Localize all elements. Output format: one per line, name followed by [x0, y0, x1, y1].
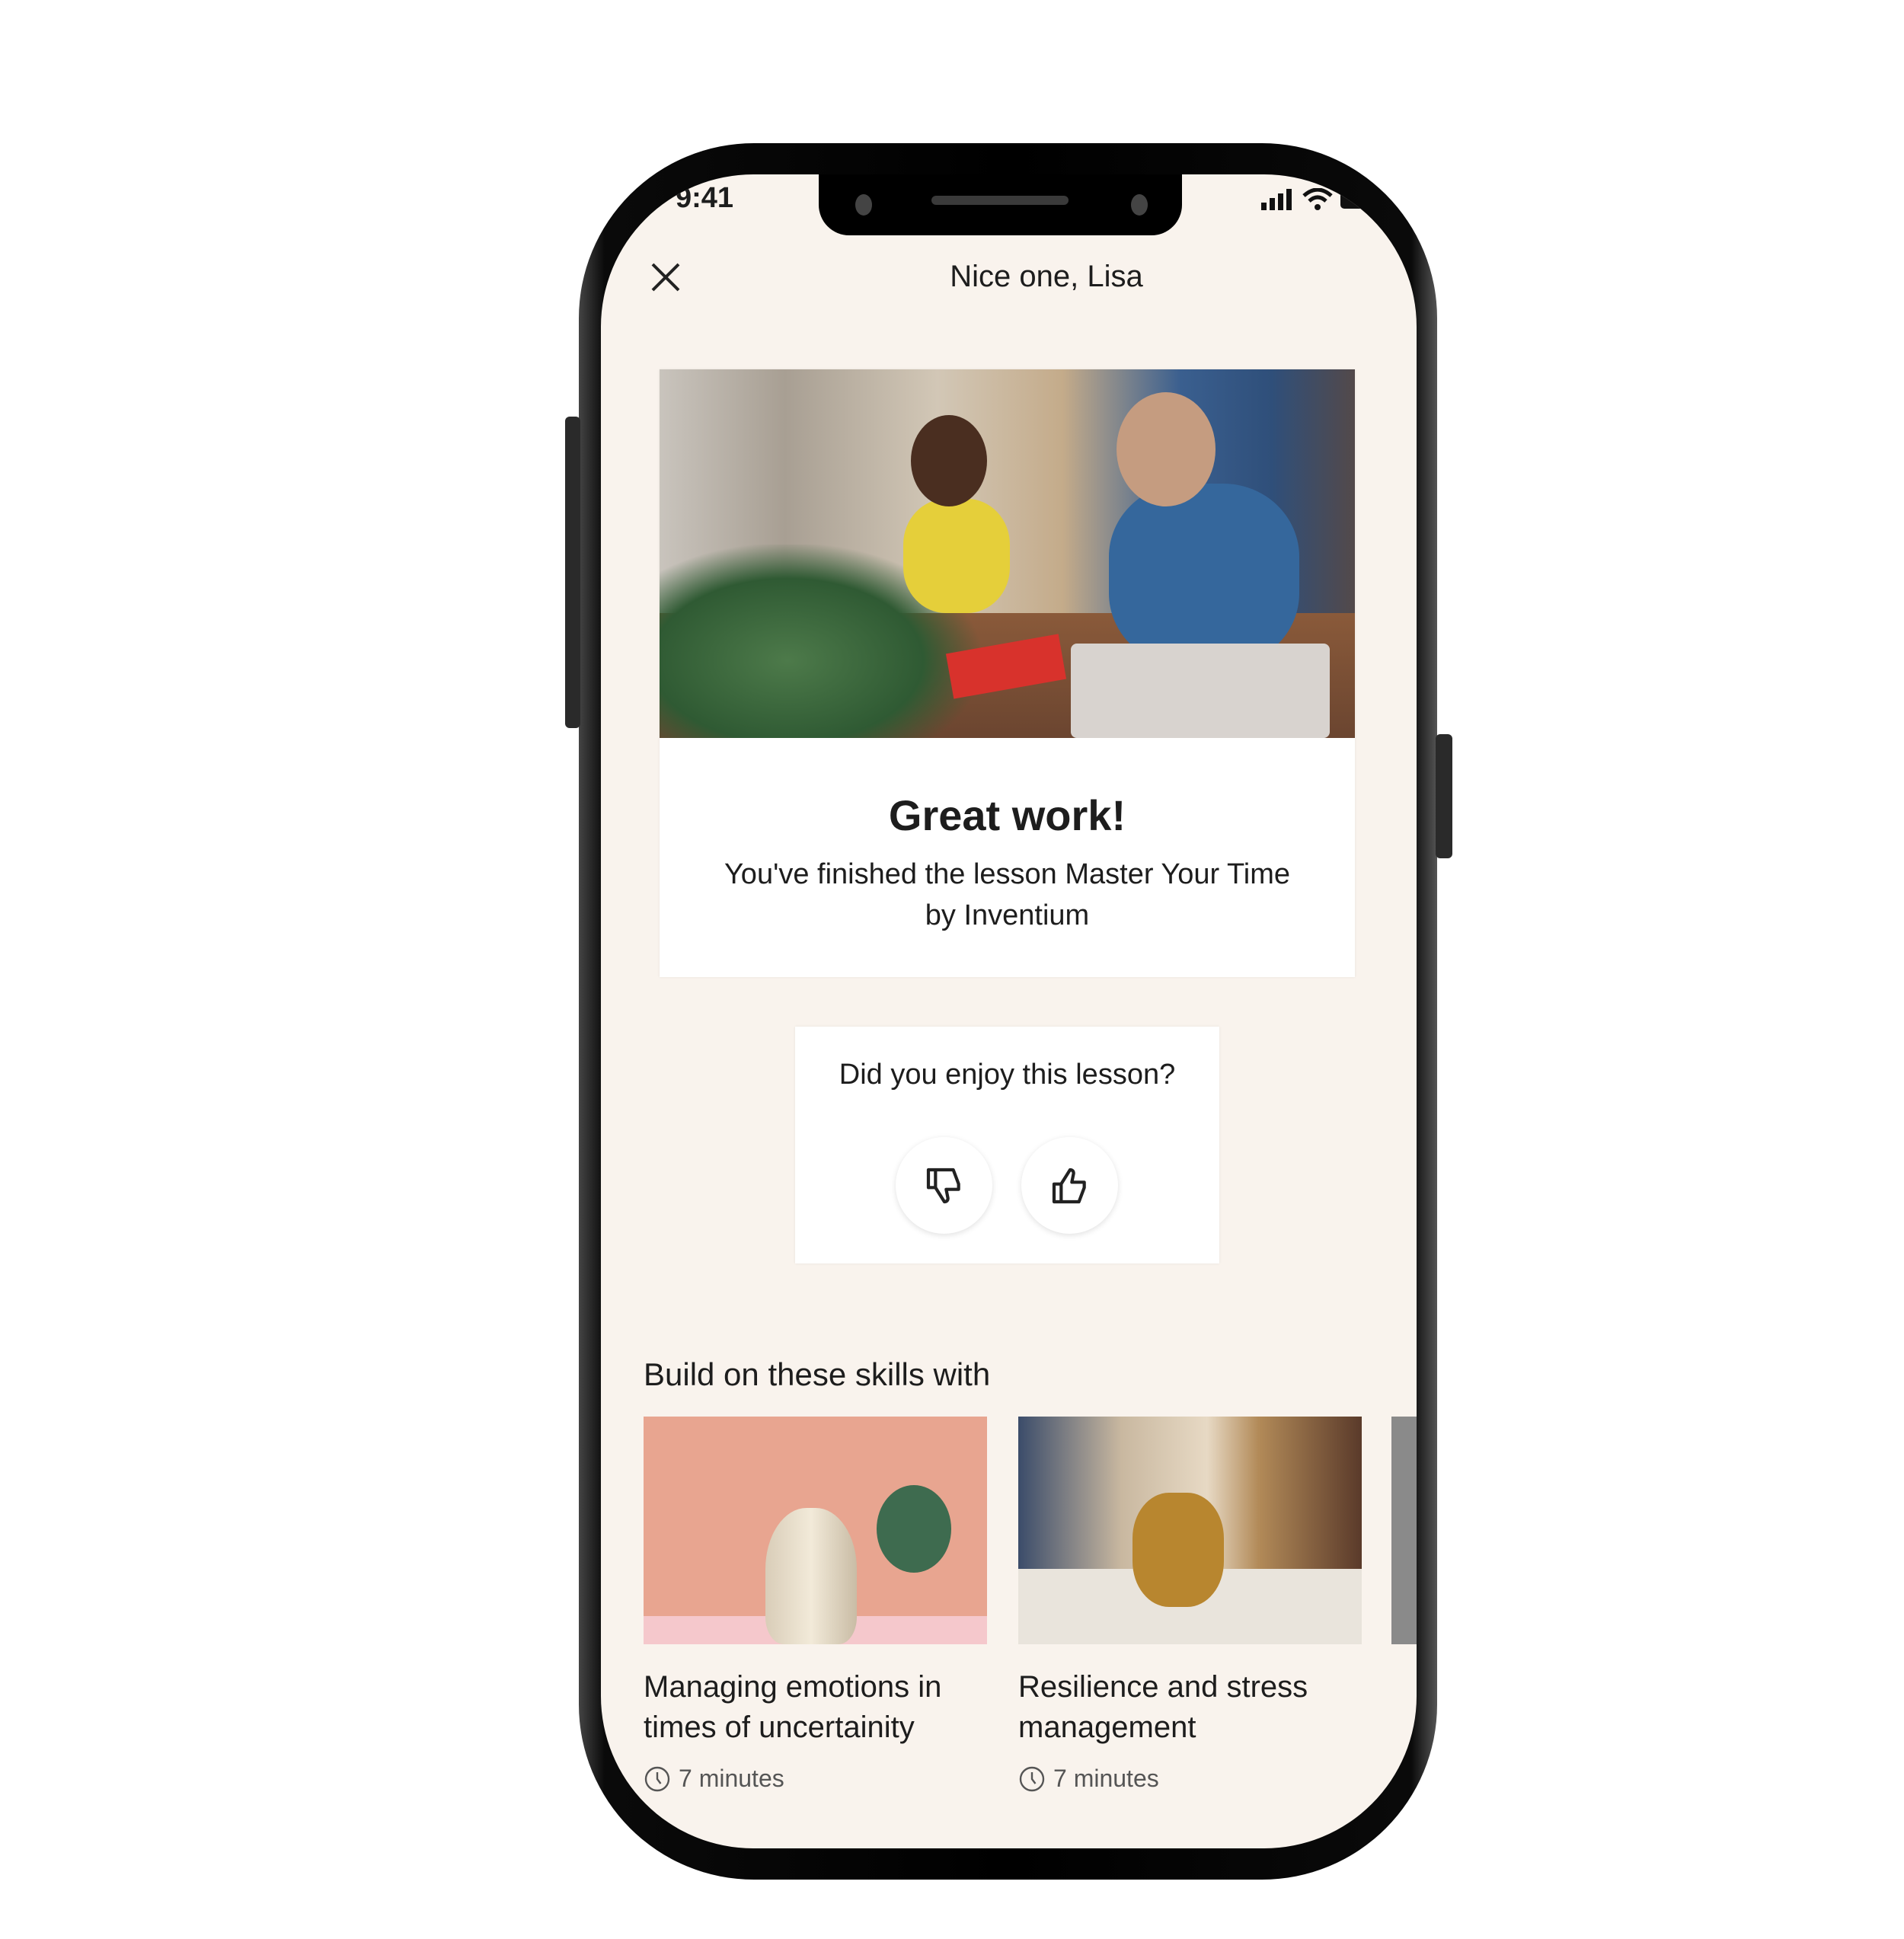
thumbs-up-button[interactable]	[1021, 1137, 1118, 1234]
status-time: 9:41	[676, 182, 734, 214]
volume-button	[565, 417, 580, 728]
app-screen: 9:41 Nice one, Lisa Great work! You've f…	[601, 174, 1417, 1848]
course-title[interactable]: Resilience and stress management	[1018, 1667, 1362, 1748]
signal-icon	[1261, 189, 1292, 210]
notch	[819, 174, 1182, 235]
page-title: Nice one, Lisa	[950, 260, 1143, 293]
power-button	[1436, 734, 1452, 858]
clock-icon	[1019, 1766, 1045, 1791]
course-card-image-partial[interactable]	[1391, 1417, 1417, 1644]
status-icons	[1261, 188, 1378, 211]
thumbs-down-button[interactable]	[896, 1137, 992, 1234]
lesson-hero-image	[660, 369, 1355, 738]
completion-message: You've finished the lesson Master Your T…	[724, 858, 1291, 931]
feedback-card: Did you enjoy this lesson?	[795, 1027, 1219, 1263]
duration-text: 7 minutes	[679, 1765, 784, 1792]
thumbs-down-icon	[926, 1168, 960, 1203]
course-card-image[interactable]	[1018, 1417, 1362, 1644]
clock-icon	[644, 1766, 670, 1791]
thumbs-up-icon	[1052, 1168, 1086, 1203]
completion-heading: Great work!	[888, 791, 1126, 839]
feedback-question: Did you enjoy this lesson?	[839, 1059, 1176, 1091]
wifi-icon	[1302, 188, 1333, 210]
battery-icon	[1340, 190, 1375, 209]
course-duration: 7 minutes	[1018, 1765, 1159, 1793]
course-duration: 7 minutes	[644, 1765, 784, 1793]
duration-text: 7 minutes	[1053, 1765, 1159, 1792]
course-title[interactable]: Managing emotions in times of uncertaini…	[644, 1667, 987, 1748]
recommendations-heading: Build on these skills with	[644, 1356, 991, 1392]
course-card-image[interactable]	[644, 1417, 987, 1644]
completion-card: Great work! You've finished the lesson M…	[660, 369, 1355, 977]
